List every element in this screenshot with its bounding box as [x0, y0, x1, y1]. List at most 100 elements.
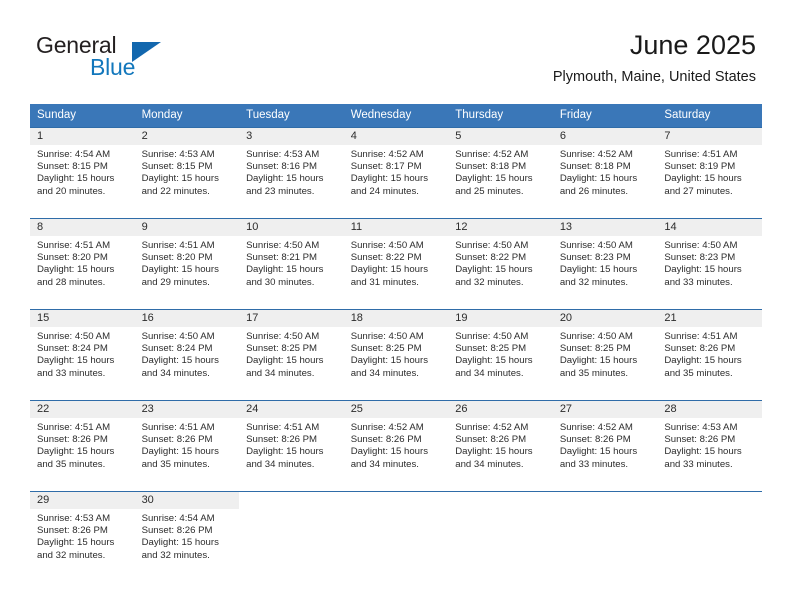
calendar-cell[interactable]	[657, 491, 762, 582]
day-number: 19	[448, 310, 553, 327]
day-number: 23	[134, 401, 240, 418]
sunrise-text: Sunrise: 4:50 AM	[246, 331, 320, 342]
calendar-cell[interactable]: 7 Sunrise: 4:51 AM Sunset: 8:19 PM Daylight…	[657, 127, 762, 219]
calendar-cell[interactable]: 8 Sunrise: 4:51 AM Sunset: 8:20 PM Daylight…	[30, 218, 135, 310]
day-details: Sunrise: 4:50 AM Sunset: 8:23 PM Daylight:…	[657, 236, 762, 289]
daylight-text-line1: Daylight: 15 hours	[141, 446, 219, 458]
calendar-cell[interactable]: 1 Sunrise: 4:54 AM Sunset: 8:15 PM Daylight…	[30, 127, 135, 219]
daylight-text-line1: Daylight: 15 hours	[246, 264, 324, 276]
calendar-cell[interactable]: 28 Sunrise: 4:53 AM Sunset: 8:26 PM Dayligh…	[657, 400, 762, 492]
day-number: 24	[239, 401, 344, 418]
calendar-cell[interactable]: 9 Sunrise: 4:51 AM Sunset: 8:20 PM Daylight…	[134, 218, 240, 310]
calendar-cell[interactable]: 16 Sunrise: 4:50 AM Sunset: 8:24 PM Dayligh…	[134, 309, 240, 401]
daylight-text-line1: Daylight: 15 hours	[246, 446, 324, 458]
sunrise-text: Sunrise: 4:53 AM	[664, 422, 738, 433]
calendar-cell[interactable]: 18 Sunrise: 4:50 AM Sunset: 8:25 PM Dayligh…	[343, 309, 449, 401]
day-box: 29 Sunrise: 4:53 AM Sunset: 8:26 PM Dayligh…	[30, 492, 135, 582]
daylight-text-line1: Daylight: 15 hours	[664, 446, 742, 458]
day-box: 10 Sunrise: 4:50 AM Sunset: 8:21 PM Dayligh…	[239, 219, 344, 309]
day-details: Sunrise: 4:51 AM Sunset: 8:20 PM Daylight:…	[30, 236, 135, 289]
calendar-cell[interactable]: 15 Sunrise: 4:50 AM Sunset: 8:24 PM Dayligh…	[30, 309, 135, 401]
daylight-text-line2: and 34 minutes.	[350, 367, 419, 379]
sunrise-text: Sunrise: 4:50 AM	[559, 240, 633, 251]
day-details: Sunrise: 4:51 AM Sunset: 8:26 PM Daylight:…	[30, 418, 135, 471]
daylight-text-line1: Daylight: 15 hours	[141, 537, 219, 549]
day-number	[343, 492, 449, 509]
day-box: 17 Sunrise: 4:50 AM Sunset: 8:25 PM Dayligh…	[239, 310, 344, 400]
calendar-cell[interactable]	[448, 491, 553, 582]
calendar-cell[interactable]: 26 Sunrise: 4:52 AM Sunset: 8:26 PM Dayligh…	[448, 400, 553, 492]
calendar-cell[interactable]: 30 Sunrise: 4:54 AM Sunset: 8:26 PM Dayligh…	[134, 491, 240, 582]
daylight-text-line2: and 32 minutes.	[559, 276, 629, 288]
day-number	[657, 492, 762, 509]
sunset-text: Sunset: 8:26 PM	[141, 434, 213, 446]
calendar-cell[interactable]	[343, 491, 449, 582]
page-title: June 2025	[629, 30, 756, 60]
calendar-cell[interactable]: 27 Sunrise: 4:52 AM Sunset: 8:26 PM Dayligh…	[552, 400, 658, 492]
daylight-text-line2: and 34 minutes.	[455, 458, 524, 470]
calendar-cell[interactable]: 2 Sunrise: 4:53 AM Sunset: 8:15 PM Daylight…	[134, 127, 240, 219]
daylight-text-line2: and 34 minutes.	[246, 458, 315, 470]
sunrise-text: Sunrise: 4:52 AM	[455, 149, 529, 160]
logo-text-blue: Blue	[90, 54, 136, 80]
day-details: Sunrise: 4:54 AM Sunset: 8:26 PM Daylight:…	[135, 509, 240, 562]
daylight-text-line2: and 30 minutes.	[246, 276, 315, 288]
daylight-text-line2: and 34 minutes.	[350, 458, 419, 470]
sunrise-text: Sunrise: 4:50 AM	[664, 240, 738, 251]
day-number: 6	[552, 128, 658, 145]
calendar-cell[interactable]: 19 Sunrise: 4:50 AM Sunset: 8:25 PM Dayligh…	[448, 309, 553, 401]
day-number: 12	[448, 219, 553, 236]
calendar-cell[interactable]: 21 Sunrise: 4:51 AM Sunset: 8:26 PM Dayligh…	[657, 309, 762, 401]
sunrise-text: Sunrise: 4:50 AM	[455, 331, 529, 342]
calendar-cell[interactable]: 6 Sunrise: 4:52 AM Sunset: 8:18 PM Daylight…	[552, 127, 658, 219]
calendar-cell[interactable]: 3 Sunrise: 4:53 AM Sunset: 8:16 PM Daylight…	[239, 127, 344, 219]
sunrise-text: Sunrise: 4:54 AM	[37, 149, 111, 160]
day-details: Sunrise: 4:50 AM Sunset: 8:25 PM Daylight:…	[344, 327, 449, 380]
calendar-cell[interactable]: 23 Sunrise: 4:51 AM Sunset: 8:26 PM Dayligh…	[134, 400, 240, 492]
daylight-text-line2: and 31 minutes.	[350, 276, 419, 288]
day-details: Sunrise: 4:52 AM Sunset: 8:26 PM Daylight:…	[553, 418, 658, 471]
sunrise-text: Sunrise: 4:53 AM	[37, 513, 111, 524]
calendar-cell[interactable]: 10 Sunrise: 4:50 AM Sunset: 8:21 PM Dayligh…	[239, 218, 344, 310]
calendar-cell[interactable]	[552, 491, 658, 582]
calendar-cell[interactable]: 13 Sunrise: 4:50 AM Sunset: 8:23 PM Dayligh…	[552, 218, 658, 310]
calendar-cell[interactable]: 17 Sunrise: 4:50 AM Sunset: 8:25 PM Dayligh…	[239, 309, 344, 401]
calendar-cell[interactable]: 22 Sunrise: 4:51 AM Sunset: 8:26 PM Dayligh…	[30, 400, 135, 492]
sunset-text: Sunset: 8:26 PM	[559, 434, 631, 446]
day-box: 12 Sunrise: 4:50 AM Sunset: 8:22 PM Dayligh…	[448, 219, 553, 309]
day-box	[239, 492, 344, 582]
calendar-cell[interactable]: 29 Sunrise: 4:53 AM Sunset: 8:26 PM Dayligh…	[30, 491, 135, 582]
day-details: Sunrise: 4:51 AM Sunset: 8:26 PM Daylight:…	[135, 418, 240, 471]
calendar-cell[interactable]: 14 Sunrise: 4:50 AM Sunset: 8:23 PM Dayligh…	[657, 218, 762, 310]
day-box: 30 Sunrise: 4:54 AM Sunset: 8:26 PM Dayligh…	[134, 492, 240, 582]
calendar-week-row: 1 Sunrise: 4:54 AM Sunset: 8:15 PM Daylight…	[30, 127, 762, 219]
day-box	[343, 492, 449, 582]
calendar-cell[interactable]: 12 Sunrise: 4:50 AM Sunset: 8:22 PM Dayligh…	[448, 218, 553, 310]
calendar-cell[interactable]: 5 Sunrise: 4:52 AM Sunset: 8:18 PM Daylight…	[448, 127, 553, 219]
daylight-text-line1: Daylight: 15 hours	[141, 264, 219, 276]
day-details: Sunrise: 4:50 AM Sunset: 8:25 PM Daylight:…	[239, 327, 344, 380]
sunrise-text: Sunrise: 4:51 AM	[246, 422, 320, 433]
daylight-text-line1: Daylight: 15 hours	[455, 173, 533, 185]
daylight-text-line2: and 34 minutes.	[455, 367, 524, 379]
daylight-text-line2: and 35 minutes.	[141, 458, 210, 470]
calendar-cell[interactable]: 11 Sunrise: 4:50 AM Sunset: 8:22 PM Dayligh…	[343, 218, 449, 310]
daylight-text-line2: and 25 minutes.	[455, 185, 524, 197]
calendar-cell[interactable]: 24 Sunrise: 4:51 AM Sunset: 8:26 PM Dayligh…	[239, 400, 344, 492]
day-box: 5 Sunrise: 4:52 AM Sunset: 8:18 PM Daylight…	[448, 128, 553, 218]
weekday-header-tuesday: Tuesday	[239, 104, 344, 128]
calendar-cell[interactable]: 20 Sunrise: 4:50 AM Sunset: 8:25 PM Dayligh…	[552, 309, 658, 401]
daylight-text-line1: Daylight: 15 hours	[37, 173, 115, 185]
day-number: 13	[552, 219, 658, 236]
day-box: 8 Sunrise: 4:51 AM Sunset: 8:20 PM Daylight…	[30, 219, 135, 309]
calendar-cell[interactable]: 4 Sunrise: 4:52 AM Sunset: 8:17 PM Daylight…	[343, 127, 449, 219]
weekday-header-sunday: Sunday	[30, 104, 135, 128]
weekday-header-thursday: Thursday	[448, 104, 553, 128]
sunrise-text: Sunrise: 4:52 AM	[559, 149, 633, 160]
calendar-cell[interactable]: 25 Sunrise: 4:52 AM Sunset: 8:26 PM Dayligh…	[343, 400, 449, 492]
generalblue-logo[interactable]: General Blue	[36, 32, 236, 84]
day-number: 14	[657, 219, 762, 236]
day-number: 16	[134, 310, 240, 327]
day-number: 17	[239, 310, 344, 327]
calendar-cell[interactable]	[239, 491, 344, 582]
